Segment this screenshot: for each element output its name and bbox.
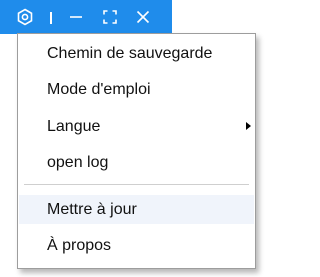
menu-item-label: open log: [47, 154, 109, 171]
menu-item-label: Chemin de sauvegarde: [47, 45, 213, 62]
menu-item-save-path[interactable]: Chemin de sauvegarde: [19, 39, 254, 68]
menu-item-label: Mode d'emploi: [47, 81, 151, 98]
menu-item-language[interactable]: Langue: [19, 112, 254, 141]
menu-item-label: Mettre à jour: [47, 201, 137, 218]
submenu-arrow-icon: [246, 122, 251, 130]
menu-item-open-log[interactable]: open log: [19, 148, 254, 177]
minimize-icon[interactable]: [68, 0, 84, 34]
menu-item-label: Langue: [47, 118, 101, 135]
menu-item-update[interactable]: Mettre à jour: [19, 195, 254, 224]
menu-item-user-guide[interactable]: Mode d'emploi: [19, 75, 254, 104]
title-bar: [0, 0, 172, 34]
menu-item-label: À propos: [47, 237, 112, 254]
titlebar-separator: [50, 12, 52, 24]
settings-icon[interactable]: [15, 0, 35, 34]
maximize-icon[interactable]: [102, 0, 118, 34]
settings-menu: Chemin de sauvegarde Mode d'emploi Langu…: [17, 33, 256, 269]
menu-item-about[interactable]: À propos: [19, 231, 254, 260]
menu-divider: [24, 184, 249, 185]
close-icon[interactable]: [135, 0, 151, 34]
